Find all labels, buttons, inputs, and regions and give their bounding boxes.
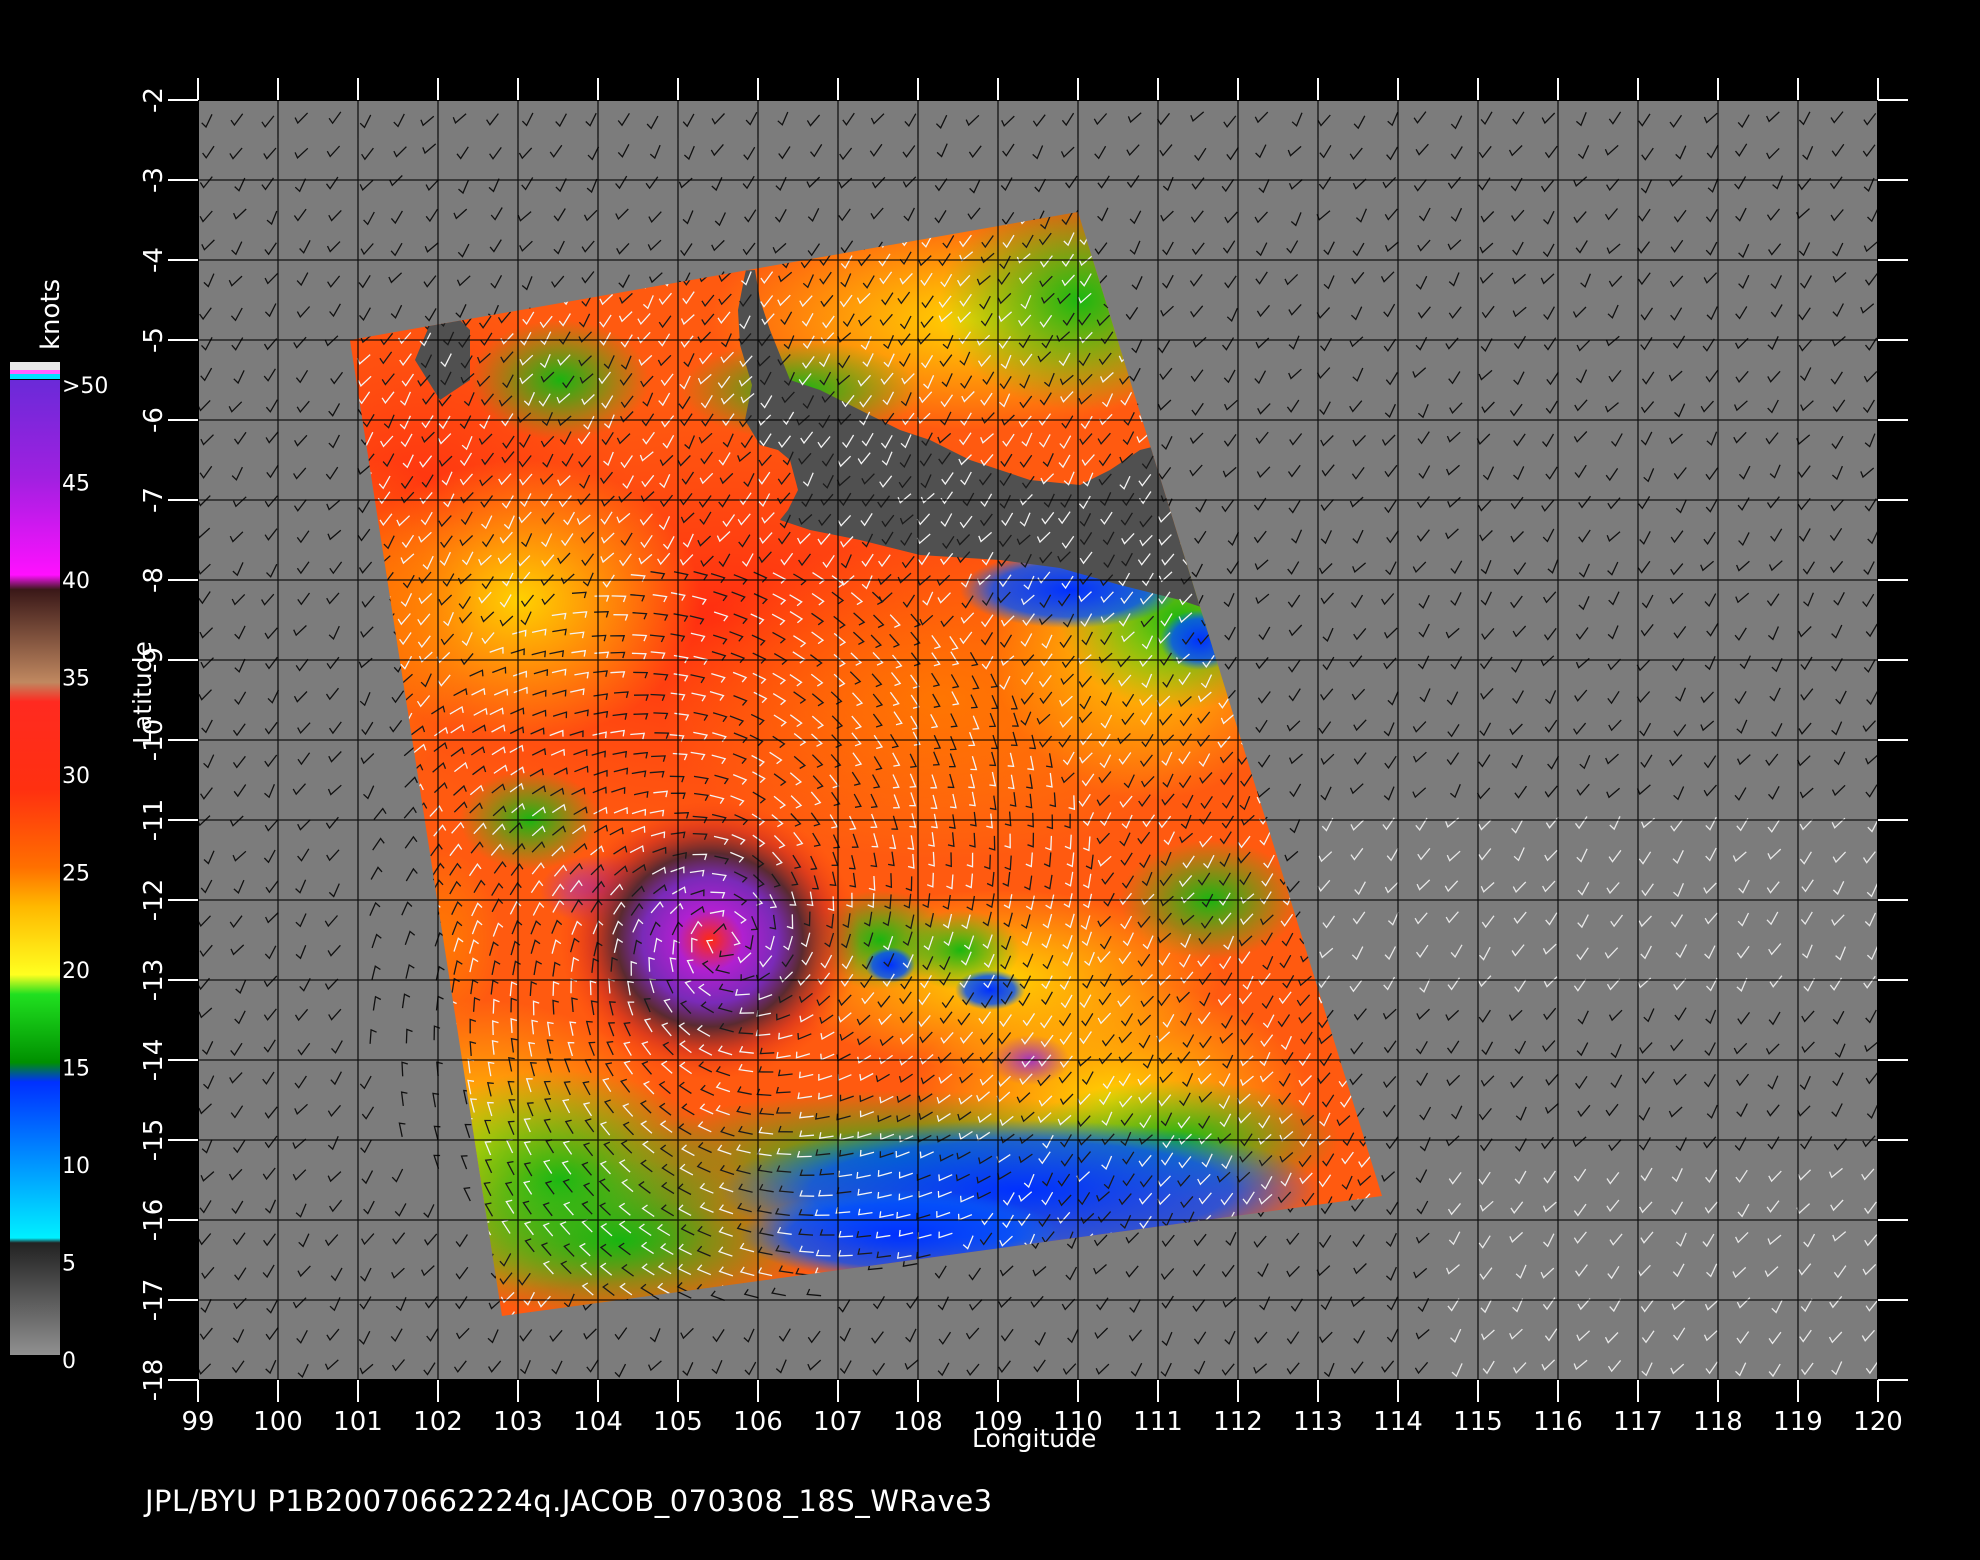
colorbar-label: 5 [62,1252,76,1277]
lon-tick-label: 111 [1133,1407,1183,1437]
lon-tick-label: 103 [493,1407,543,1437]
wind-map-figure: 99 100 101 102 103 104 105 106 107 108 109 110 111 11… [10,78,1908,1437]
lat-tick-label: -4 [139,247,169,273]
lat-tick-label: -8 [139,567,169,593]
lon-tick-label: 114 [1373,1407,1423,1437]
lon-tick-label: 105 [653,1407,703,1437]
colorbar-label: 25 [62,862,90,887]
lat-tick-label: -15 [139,1119,169,1161]
lat-tick-label: -5 [139,327,169,353]
lat-tick-label: -7 [139,487,169,513]
colorbar-gradient [10,380,60,1355]
lon-tick-label: 107 [813,1407,863,1437]
colorbar-labels: >50 45 40 35 30 25 20 15 10 5 0 [62,374,108,1374]
lon-tick-label: 119 [1773,1407,1823,1437]
lon-tick-label: 99 [181,1407,214,1437]
lon-tick-label: 100 [253,1407,303,1437]
colorbar-label: 15 [62,1057,90,1082]
lon-tick-label: 108 [893,1407,943,1437]
lat-tick-label: -12 [139,879,169,921]
colorbar-label: 0 [62,1349,76,1374]
lat-tick-label: -16 [139,1199,169,1241]
lat-tick-label: -13 [139,959,169,1001]
colorbar-label: 35 [62,667,90,692]
x-axis-label: Longitude [972,1424,1097,1453]
lon-tick-label: 104 [573,1407,623,1437]
lat-tick-label: -18 [139,1359,169,1401]
colorbar-label: 30 [62,764,90,789]
lat-tick-label: -3 [139,167,169,193]
y-axis-label: Latitude [128,641,157,744]
lon-tick-label: 118 [1693,1407,1743,1437]
lon-tick-label: 120 [1853,1407,1903,1437]
colorbar: >50 45 40 35 30 25 20 15 10 5 0 [10,362,108,1374]
colorbar-label: >50 [62,374,108,399]
colorbar-label: 10 [62,1154,90,1179]
lat-tick-label: -6 [139,407,169,433]
latitude-tick-labels: -2-3-4-5-6-7-8-9-10-11-12-13-14-15-16-17… [139,87,169,1401]
lat-tick-label: -17 [139,1279,169,1321]
lon-tick-label: 112 [1213,1407,1263,1437]
lat-tick-label: -2 [139,87,169,113]
colorbar-label: 45 [62,472,90,497]
lon-tick-label: 115 [1453,1407,1503,1437]
figure-footer-caption: JPL/BYU P1B20070662224q.JACOB_070308_18S… [145,1484,993,1518]
lat-tick-label: -14 [139,1039,169,1081]
lon-tick-label: 117 [1613,1407,1663,1437]
colorbar-label: 20 [62,959,90,984]
lon-tick-label: 101 [333,1407,383,1437]
lon-tick-label: 116 [1533,1407,1583,1437]
lon-tick-label: 106 [733,1407,783,1437]
lon-tick-label: 113 [1293,1407,1343,1437]
colorbar-title: knots [36,278,66,350]
colorbar-label: 40 [62,569,90,594]
lon-tick-label: 102 [413,1407,463,1437]
lat-tick-label: -11 [139,799,169,841]
